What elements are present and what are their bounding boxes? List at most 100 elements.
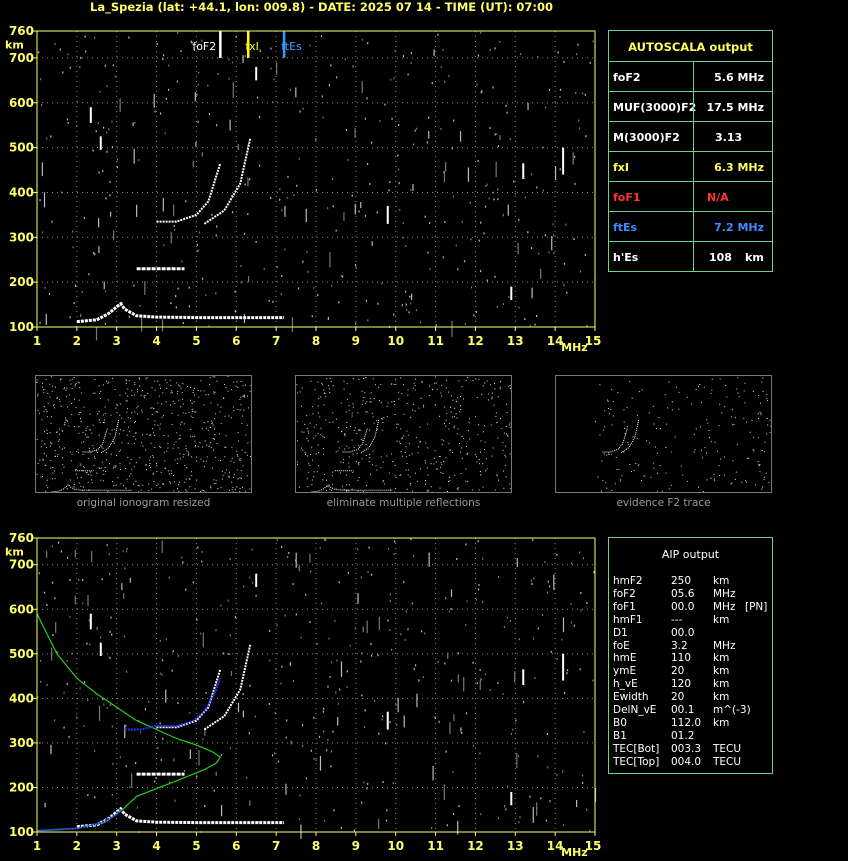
noise-speck	[163, 54, 165, 57]
thumb-noise	[328, 385, 330, 387]
noise-speck	[175, 306, 177, 309]
noise-speck	[488, 197, 490, 200]
noise-speck	[62, 71, 64, 74]
thumb-noise	[749, 431, 751, 433]
thumb-noise	[423, 404, 425, 406]
noise-speck	[156, 43, 158, 46]
thumb-noise	[348, 409, 350, 411]
noise-speck	[547, 580, 549, 583]
thumb-noise	[611, 489, 613, 491]
thumb-noise	[323, 389, 325, 391]
autoscala-unit: km	[745, 251, 764, 264]
thumb-noise	[77, 452, 79, 454]
x-tick-label: 12	[467, 334, 484, 348]
thumb-noise	[164, 467, 166, 469]
thumb-noise	[93, 456, 95, 458]
thumb-noise	[54, 455, 56, 457]
noise-speck	[550, 650, 552, 653]
thumb-noise	[675, 386, 677, 388]
thumb-noise	[314, 389, 316, 391]
thumb-noise	[496, 474, 498, 476]
noise-speck	[370, 573, 373, 576]
thumb-noise	[656, 490, 658, 492]
thumb-noise	[395, 477, 397, 479]
x-tick-label: 4	[152, 334, 160, 348]
thumb-noise	[172, 447, 174, 449]
thumb-noise	[306, 415, 308, 417]
thumb-noise	[125, 487, 127, 489]
thumb-noise	[82, 431, 84, 433]
noise-speck	[361, 801, 363, 804]
noise-speck	[498, 575, 500, 578]
noise-speck	[50, 135, 52, 138]
thumb-noise	[68, 425, 70, 427]
noise-speck	[111, 725, 113, 728]
thumb-noise	[758, 394, 760, 396]
noise-speck	[86, 642, 88, 645]
noise-speck	[336, 659, 338, 662]
noise-speck	[313, 716, 315, 719]
thumb-noise	[486, 468, 488, 470]
thumb-noise	[346, 484, 348, 486]
aip-value: 110	[671, 652, 692, 665]
noise-speck	[472, 744, 474, 747]
noise-speck	[88, 273, 90, 276]
thumb-noise	[408, 469, 410, 471]
thumb-noise	[138, 377, 140, 379]
noise-speck	[194, 92, 196, 102]
noise-speck	[40, 104, 43, 107]
noise-speck	[247, 276, 250, 283]
noise-speck	[135, 761, 137, 764]
thumb-noise	[363, 423, 365, 425]
thumb-noise	[241, 415, 243, 417]
thumb-noise	[240, 404, 242, 406]
thumb-noise	[215, 479, 217, 481]
y-tick-label: 100	[9, 825, 34, 839]
thumb-noise	[84, 467, 86, 469]
noise-speck	[364, 214, 366, 217]
noise-speck	[234, 290, 236, 293]
noise-speck	[563, 824, 565, 827]
aip-unit: m^(-3)	[713, 704, 751, 716]
noise-speck	[196, 775, 198, 778]
noise-speck	[582, 774, 584, 777]
noise-speck	[91, 550, 93, 563]
thumb-noise	[147, 392, 149, 394]
thumb-noise	[239, 460, 241, 462]
thumb-noise	[44, 443, 46, 445]
thumb-noise	[356, 433, 358, 435]
thumb-noise	[107, 399, 109, 401]
noise-speck	[313, 757, 315, 760]
thumb-noise	[241, 486, 243, 488]
thumb-noise	[177, 447, 179, 449]
thumb-noise	[109, 463, 111, 465]
thumb-noise	[210, 485, 212, 487]
thumb-noise	[120, 483, 122, 485]
thumb-noise	[201, 489, 203, 491]
thumb-noise	[131, 468, 133, 470]
thumb-noise	[386, 416, 388, 418]
thumb-noise	[47, 402, 49, 404]
thumb-noise	[89, 450, 91, 452]
noise-speck	[288, 551, 290, 554]
thumb-noise	[154, 380, 156, 382]
noise-speck	[457, 652, 459, 655]
thumb-noise	[449, 480, 451, 482]
thumb-noise	[200, 380, 202, 382]
aip-value: 20	[671, 665, 685, 678]
thumb-noise	[357, 412, 359, 414]
noise-speck	[134, 121, 136, 124]
noise-speck	[556, 773, 558, 776]
thumb-noise	[80, 392, 82, 394]
noise-speck	[162, 197, 164, 212]
thumb-noise	[610, 408, 612, 410]
thumb-noise	[358, 430, 360, 432]
noise-speck	[374, 699, 376, 702]
noise-speck	[197, 546, 199, 549]
noise-speck	[579, 270, 582, 273]
noise-speck	[442, 256, 444, 259]
thumb-noise	[650, 476, 652, 478]
thumb-noise	[82, 466, 84, 468]
thumb-noise	[191, 402, 193, 404]
noise-speck	[102, 170, 104, 173]
